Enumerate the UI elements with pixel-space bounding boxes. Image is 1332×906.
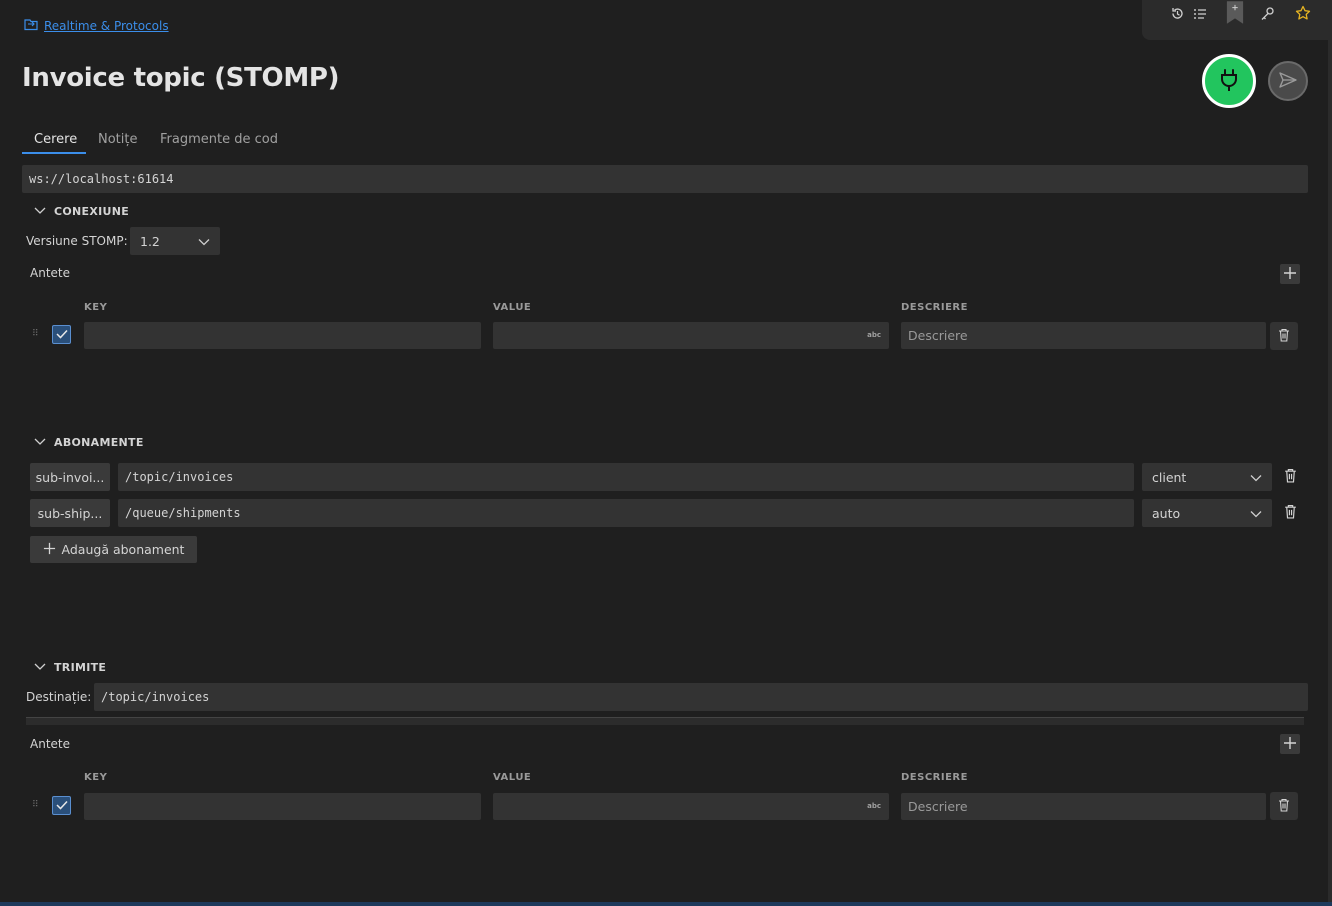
section-conexiune-header[interactable]: CONEXIUNE [34, 205, 129, 218]
section-title: CONEXIUNE [54, 205, 130, 218]
send-button[interactable] [1268, 61, 1308, 101]
history-icon[interactable] [1168, 4, 1186, 22]
plug-icon [1218, 68, 1240, 95]
subscription-name[interactable]: sub-invoi... [30, 463, 110, 491]
folder-link-icon [24, 17, 39, 34]
delete-subscription-button[interactable] [1280, 503, 1300, 523]
chevron-down-icon [34, 661, 46, 674]
stomp-version-select[interactable]: 1.2 [130, 227, 220, 255]
chevron-down-icon [34, 436, 46, 449]
trash-icon [1278, 798, 1290, 815]
window-edge [1328, 40, 1332, 906]
page-title: Invoice topic (STOMP) [22, 63, 340, 93]
header-enabled-checkbox[interactable] [52, 325, 71, 344]
header-key-input[interactable] [84, 322, 481, 349]
section-title: ABONAMENTE [54, 436, 144, 449]
header-value-input[interactable]: abc [493, 793, 889, 820]
chevron-down-icon [1250, 506, 1262, 521]
send-destination-input[interactable]: /topic/invoices [94, 683, 1308, 711]
chevron-down-icon [1250, 470, 1262, 485]
headers-label: Antete [30, 266, 70, 280]
header-description-input[interactable]: Descriere [901, 322, 1266, 349]
url-input[interactable]: ws://localhost:61614 [22, 165, 1308, 193]
grip-icon[interactable]: ⠿ [32, 801, 40, 810]
delete-subscription-button[interactable] [1280, 467, 1300, 487]
section-trimite-header[interactable]: TRIMITE [34, 661, 106, 674]
send-icon [1278, 71, 1298, 92]
bookmark-icon[interactable] [1226, 0, 1244, 26]
plus-icon [43, 542, 56, 558]
trash-icon [1284, 468, 1297, 486]
tab-notite[interactable]: Notițe [98, 132, 137, 147]
column-description: DESCRIERE [901, 302, 968, 313]
column-value: VALUE [493, 772, 532, 783]
subscription-destination-input[interactable]: /queue/shipments [118, 499, 1134, 527]
breadcrumb-link[interactable]: Realtime & Protocols [44, 19, 169, 33]
list-icon[interactable] [1191, 4, 1209, 22]
select-value: auto [1152, 505, 1181, 521]
key-icon[interactable] [1258, 4, 1276, 22]
value-type-badge[interactable]: abc [867, 802, 881, 810]
column-key: KEY [84, 772, 108, 783]
delete-header-button[interactable] [1270, 322, 1298, 350]
select-value: client [1152, 469, 1187, 485]
subscription-name[interactable]: sub-ship... [30, 499, 110, 527]
subscription-destination-input[interactable]: /topic/invoices [118, 463, 1134, 491]
toolbar [1142, 0, 1332, 40]
header-enabled-checkbox[interactable] [52, 796, 71, 815]
active-tab-indicator [22, 152, 86, 154]
trash-icon [1284, 504, 1297, 522]
subscription-ack-select[interactable]: auto [1142, 499, 1272, 527]
grip-icon[interactable]: ⠿ [32, 330, 40, 339]
chevron-down-icon [198, 234, 210, 249]
add-header-button[interactable] [1280, 264, 1300, 284]
plus-icon [1283, 266, 1297, 283]
destination-label: Destinație: [26, 690, 92, 704]
column-description: DESCRIERE [901, 772, 968, 783]
subscription-ack-select[interactable]: client [1142, 463, 1272, 491]
header-description-input[interactable]: Descriere [901, 793, 1266, 820]
add-header-button[interactable] [1280, 734, 1300, 754]
headers-label: Antete [30, 737, 70, 751]
breadcrumb[interactable]: Realtime & Protocols [24, 17, 169, 34]
check-icon [55, 799, 68, 813]
check-icon [55, 328, 68, 342]
star-icon[interactable] [1294, 4, 1312, 22]
value-type-badge[interactable]: abc [867, 331, 881, 339]
tab-cerere[interactable]: Cerere [34, 132, 77, 147]
connect-button[interactable] [1202, 54, 1256, 108]
stomp-version-label: Versiune STOMP: [26, 234, 128, 248]
add-subscription-label: Adaugă abonament [61, 542, 185, 557]
section-title: TRIMITE [54, 661, 107, 674]
select-value: 1.2 [140, 233, 160, 249]
status-bar [0, 902, 1332, 906]
header-value-input[interactable]: abc [493, 322, 889, 349]
add-subscription-button[interactable]: Adaugă abonament [30, 536, 197, 563]
plus-icon [1283, 736, 1297, 753]
body-editor[interactable] [26, 717, 1304, 725]
column-value: VALUE [493, 302, 532, 313]
column-key: KEY [84, 302, 108, 313]
delete-header-button[interactable] [1270, 792, 1298, 820]
header-key-input[interactable] [84, 793, 481, 820]
tab-fragmente[interactable]: Fragmente de cod [160, 132, 278, 147]
chevron-down-icon [34, 205, 46, 218]
section-abonamente-header[interactable]: ABONAMENTE [34, 436, 144, 449]
trash-icon [1278, 328, 1290, 345]
